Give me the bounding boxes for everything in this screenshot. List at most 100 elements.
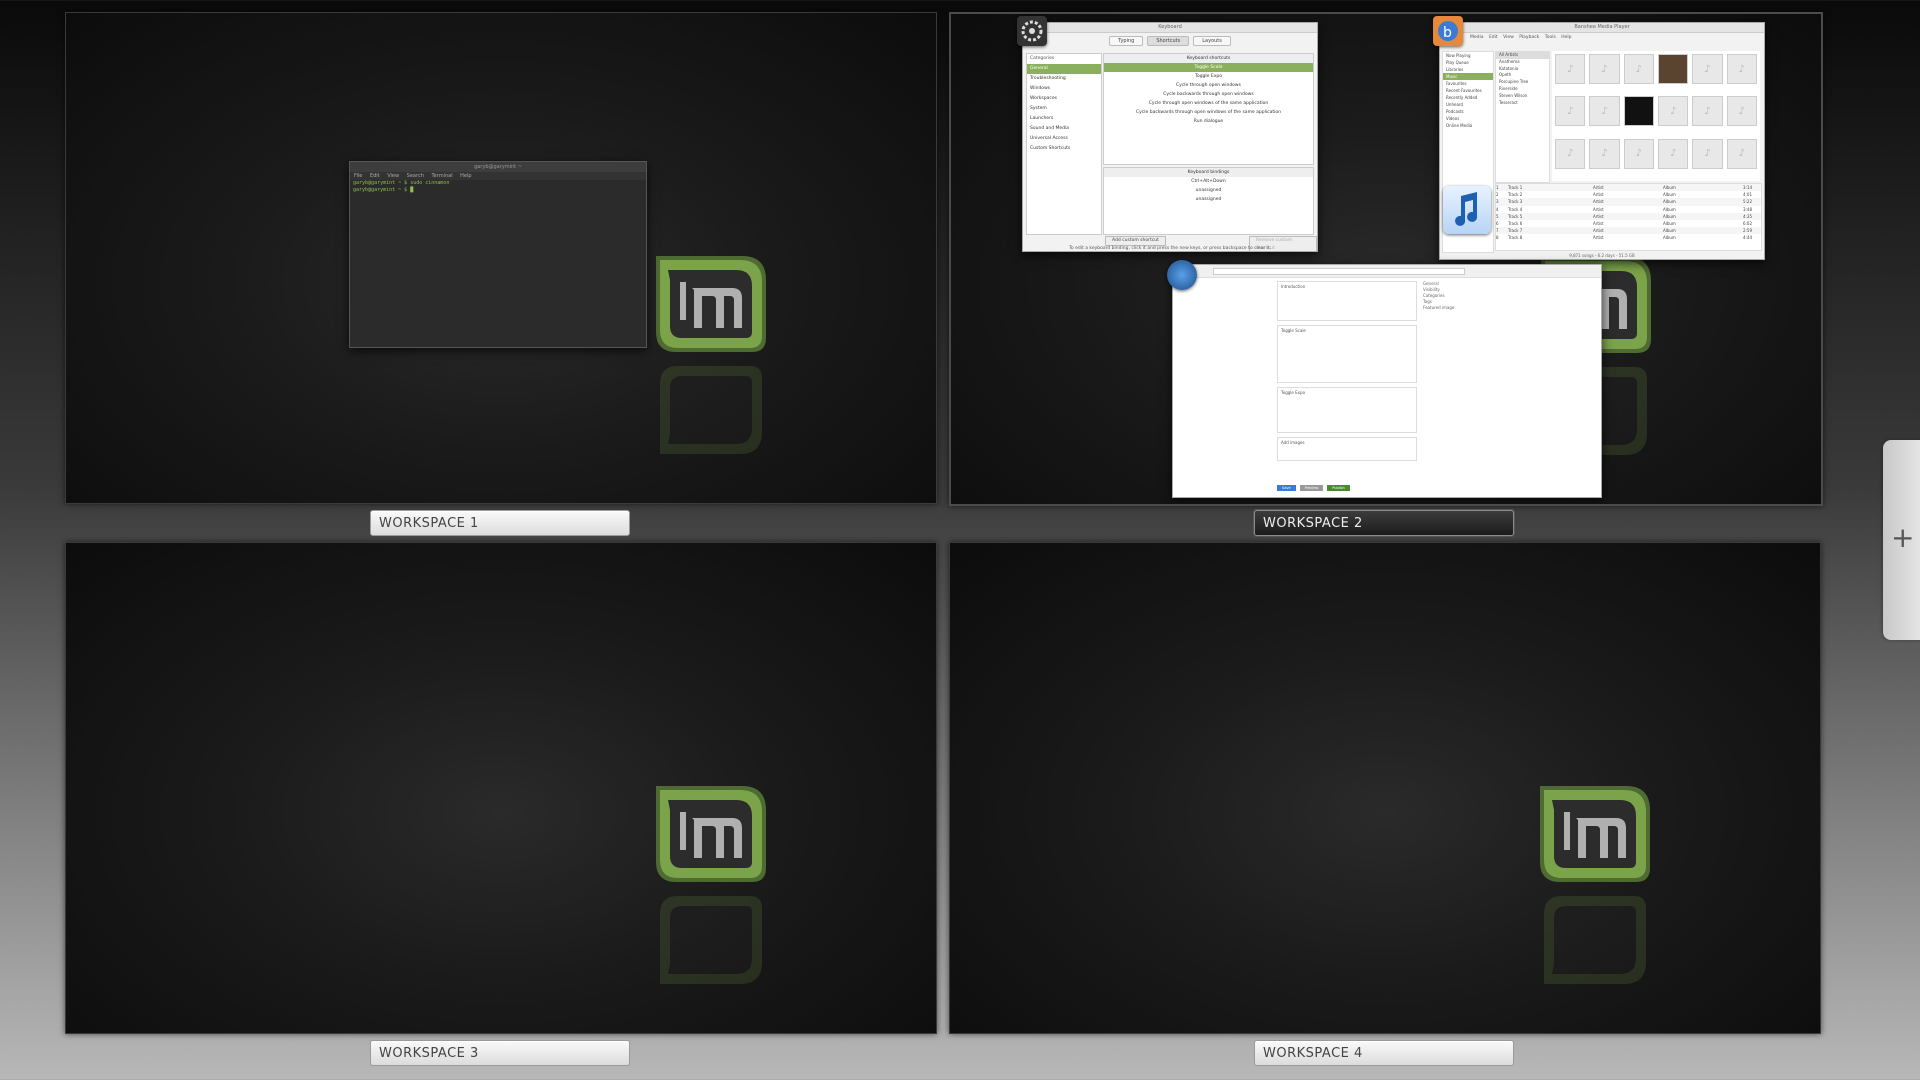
source-item[interactable]: Recently Added (1443, 94, 1493, 101)
artist-list[interactable]: All Artists Anathema Katatonia Opeth Por… (1495, 51, 1550, 183)
artist-item[interactable]: Riverside (1496, 86, 1549, 93)
source-item[interactable]: Videos (1443, 115, 1493, 122)
source-item[interactable]: Podcasts (1443, 108, 1493, 115)
categories-list[interactable]: Categories General Troubleshooting Windo… (1026, 53, 1102, 235)
track-row[interactable]: 5 Track 5 Artist Album 4:35 (1496, 212, 1761, 221)
terminal-window[interactable]: garyb@garymint ~ File Edit View Search T… (349, 161, 647, 348)
address-bar[interactable] (1213, 268, 1465, 275)
shortcut-item[interactable]: Cycle backwards through open windows (1104, 90, 1313, 99)
category-item[interactable]: Sound and Media (1027, 124, 1101, 134)
workspace-2-preview[interactable]: Keyboard Typing Shortcuts Layouts Catego… (949, 12, 1823, 506)
track-list[interactable]: 1 Track 1 Artist Album 3:14 2 Track 2 Artist Al… (1495, 183, 1762, 251)
category-item[interactable]: Launchers (1027, 114, 1101, 124)
music-menubar[interactable]: Media Edit View Playback Tools Help (1440, 33, 1764, 42)
artist-item[interactable]: Katatonia (1496, 66, 1549, 73)
album-cover-icon[interactable]: ♪ (1589, 96, 1620, 127)
terminal-menubar[interactable]: File Edit View Search Terminal Help (350, 172, 646, 180)
binding-item[interactable]: unassigned (1104, 186, 1313, 195)
album-cover-icon[interactable]: ♪ (1726, 54, 1757, 84)
workspace-4-label[interactable]: WORKSPACE 4 (1254, 1040, 1514, 1066)
publish-button[interactable]: Publish (1327, 485, 1350, 491)
album-cover-icon[interactable]: ♪ (1555, 138, 1586, 169)
album-cover-icon[interactable]: ♪ (1589, 54, 1620, 84)
shortcut-item[interactable]: Cycle through open windows of the same a… (1104, 99, 1313, 108)
artist-item[interactable]: Anathema (1496, 59, 1549, 66)
source-item[interactable]: Music (1443, 73, 1493, 80)
source-item[interactable]: Play Queue (1443, 59, 1493, 66)
category-item[interactable]: Workspaces (1027, 94, 1101, 104)
tab-shortcuts[interactable]: Shortcuts (1147, 36, 1190, 46)
track-row[interactable]: 1 Track 1 Artist Album 3:14 (1496, 184, 1761, 192)
binding-item[interactable]: Ctrl+Alt+Down (1104, 177, 1313, 186)
album-cover-icon[interactable]: ♪ (1658, 96, 1689, 127)
sidebar-entry[interactable]: Featured image (1423, 305, 1495, 311)
category-item[interactable]: System (1027, 104, 1101, 114)
artist-item[interactable]: Opeth (1496, 72, 1549, 79)
track-row[interactable]: 7 Track 7 Artist Album 2:59 (1496, 227, 1761, 235)
browser-window[interactable]: Introduction Toggle Scale Toggle Expo Ad… (1172, 264, 1602, 498)
album-cover-icon[interactable]: ♪ (1726, 138, 1757, 169)
album-cover-icon[interactable]: ♪ (1692, 96, 1723, 127)
album-cover-icon[interactable]: ♪ (1692, 138, 1723, 169)
album-cover-icon[interactable]: ♪ (1555, 54, 1586, 84)
track-row[interactable]: 2 Track 2 Artist Album 4:01 (1496, 191, 1761, 198)
workspace-1-preview[interactable]: garyb@garymint ~ File Edit View Search T… (65, 12, 937, 504)
category-item[interactable]: Windows (1027, 84, 1101, 94)
bindings-list[interactable]: Keyboard bindings Ctrl+Alt+Down unassign… (1103, 167, 1314, 235)
artist-item[interactable]: Porcupine Tree (1496, 79, 1549, 86)
content-card[interactable]: Toggle Expo (1277, 387, 1417, 433)
binding-item[interactable]: unassigned (1104, 195, 1313, 204)
source-item[interactable]: Online Media (1443, 122, 1493, 129)
track-row[interactable]: 3 Track 3 Artist Album 5:22 (1496, 198, 1761, 206)
album-cover-icon[interactable]: ♪ (1589, 138, 1620, 169)
editor-content[interactable]: Introduction Toggle Scale Toggle Expo Ad… (1277, 281, 1417, 477)
workspace-3-preview[interactable] (65, 542, 937, 1034)
source-item[interactable]: Recent Favourites (1443, 87, 1493, 94)
album-cover-icon[interactable]: ♪ (1692, 54, 1723, 84)
workspace-4-preview[interactable] (949, 542, 1821, 1034)
source-item[interactable]: Now Playing (1443, 52, 1493, 59)
category-item[interactable]: Universal Access (1027, 134, 1101, 144)
source-item[interactable]: Libraries (1443, 66, 1493, 73)
add-custom-shortcut-button[interactable]: Add custom shortcut (1105, 236, 1166, 246)
track-row[interactable]: 8 Track 8 Artist Album 4:44 (1496, 234, 1761, 241)
album-cover-icon[interactable]: ♪ (1658, 54, 1689, 84)
track-row[interactable]: 4 Track 4 Artist Album 3:48 (1496, 206, 1761, 213)
album-cover-icon[interactable]: ♪ (1623, 138, 1654, 169)
artist-item[interactable]: Steven Wilson (1496, 93, 1549, 100)
content-card[interactable]: Toggle Scale (1277, 325, 1417, 383)
add-workspace-button[interactable]: + (1883, 440, 1920, 640)
shortcut-item[interactable]: Cycle backwards through open windows of … (1104, 108, 1313, 117)
category-item[interactable]: General (1027, 64, 1101, 74)
shortcut-item[interactable]: Toggle Scale (1104, 63, 1313, 72)
album-cover-icon[interactable]: ♪ (1623, 54, 1654, 84)
categories-header: Categories (1030, 56, 1055, 61)
source-item[interactable]: Favourites (1443, 80, 1493, 87)
content-card[interactable]: Add images (1277, 437, 1417, 461)
shortcut-item[interactable]: Toggle Expo (1104, 72, 1313, 81)
category-item[interactable]: Custom Shortcuts (1027, 144, 1101, 154)
preview-button[interactable]: Preview (1299, 485, 1324, 491)
tab-typing[interactable]: Typing (1109, 36, 1144, 46)
album-cover-icon[interactable]: ♪ (1555, 96, 1586, 127)
category-item[interactable]: Troubleshooting (1027, 74, 1101, 84)
tab-layouts[interactable]: Layouts (1193, 36, 1231, 46)
workspace-1-label[interactable]: WORKSPACE 1 (370, 510, 630, 536)
workspace-2-label[interactable]: WORKSPACE 2 (1254, 510, 1514, 536)
album-cover-icon[interactable]: ♪ (1658, 138, 1689, 169)
track-row[interactable]: 6 Track 6 Artist Album 6:02 (1496, 220, 1761, 227)
album-grid[interactable]: ♪ ♪ ♪ ♪ ♪ ♪ ♪ ♪ ♪ ♪ ♪ ♪ ♪ ♪ ♪ ♪ ♪ ♪ (1552, 51, 1760, 181)
shortcut-item[interactable]: Run dialogue (1104, 117, 1313, 126)
album-cover-icon[interactable]: ♪ (1623, 96, 1654, 127)
save-button[interactable]: Save (1277, 485, 1296, 491)
keyboard-settings-window[interactable]: Keyboard Typing Shortcuts Layouts Catego… (1022, 22, 1318, 252)
shortcuts-list[interactable]: Keyboard shortcuts Toggle Scale Toggle E… (1103, 53, 1314, 165)
shortcut-item[interactable]: Cycle through open windows (1104, 81, 1313, 90)
editor-sidebar[interactable]: General Visibility Categories Tags Featu… (1423, 281, 1495, 401)
artist-item[interactable]: Tesseract (1496, 100, 1549, 107)
album-cover-icon[interactable]: ♪ (1726, 96, 1757, 127)
workspace-3-label[interactable]: WORKSPACE 3 (370, 1040, 630, 1066)
content-card[interactable]: Introduction (1277, 281, 1417, 321)
source-item[interactable]: Unheard (1443, 101, 1493, 108)
artist-item[interactable]: All Artists (1496, 52, 1549, 59)
